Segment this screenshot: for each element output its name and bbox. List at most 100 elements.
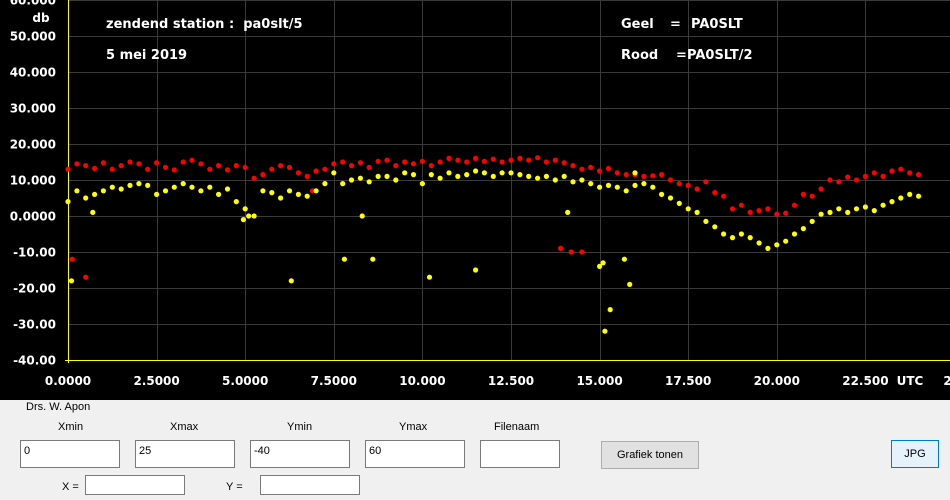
red-data-point [109,166,115,172]
red-data-point [765,206,771,212]
yellow-data-point [198,188,204,194]
red-data-point [180,159,186,165]
y-tick-label: 0.0000 [10,210,56,224]
yellow-data-point [224,186,231,192]
yellow-data-point [233,199,239,205]
red-data-point [348,163,355,169]
red-data-point [118,163,124,169]
red-data-point [83,274,89,280]
yellow-data-point [410,172,417,178]
ymin-input[interactable]: -40 [250,440,350,468]
yellow-data-point [304,193,310,199]
yellow-data-point [597,184,603,190]
legend-value-geel: PA0SLT [691,17,743,32]
x-tick-label: 2.5000 [133,374,179,388]
yellow-data-point [288,278,294,284]
yellow-data-point [269,190,275,196]
red-data-point [127,159,133,165]
red-data-point [623,172,629,178]
xmax-label: Xmax [170,421,199,433]
red-data-point [473,155,479,161]
yellow-data-point [694,209,700,215]
red-data-point [278,163,284,169]
chart-title: zendend station : pa0slt/5 [106,17,303,32]
x-coord-field[interactable] [85,475,185,495]
filename-input[interactable] [480,440,560,468]
yellow-data-point [898,195,904,201]
red-data-point [667,177,674,183]
yellow-data-point [127,182,133,188]
legend-eq-geel: = [670,17,681,32]
red-data-point [568,249,574,255]
yellow-data-point [499,170,505,176]
yellow-data-point [180,181,186,187]
y-coord-field[interactable] [260,475,360,495]
red-data-point [597,168,603,174]
red-data-point [898,166,904,172]
red-data-point [69,256,75,262]
yellow-data-point [765,245,771,251]
yellow-data-point [455,173,461,179]
xmin-label: Xmin [58,421,84,433]
red-data-point [880,173,886,179]
yellow-data-point [712,224,718,230]
x-tick-label: 0.0000 [45,374,91,388]
red-data-point [145,166,151,172]
xmin-input[interactable]: 0 [20,440,120,468]
yellow-data-point [426,274,433,280]
yellow-data-point [490,173,496,179]
yellow-data-point [889,199,895,205]
yellow-data-point [738,231,745,237]
yellow-data-point [446,170,452,176]
red-data-point [162,164,169,170]
red-data-point [92,165,98,172]
red-data-point [862,173,869,179]
x-tick-label: 17.500 [665,374,711,388]
red-data-point [74,161,80,167]
y-coord-label: Y = [226,481,243,493]
yellow-data-point [145,182,151,188]
yellow-data-point [83,195,89,201]
red-data-point [322,166,328,172]
red-data-point [871,170,877,176]
yellow-data-point [74,188,80,194]
yellow-data-point [370,256,376,262]
y-tick-label: 40.000 [10,66,56,80]
yellow-data-point [437,175,443,181]
yellow-data-point [579,177,585,183]
red-data-point [154,160,160,166]
yellow-data-point [535,175,541,181]
yellow-data-point [366,179,372,185]
red-data-point [889,168,895,174]
red-data-point [605,165,612,172]
yellow-data-point [543,173,550,179]
yellow-data-point [627,281,633,287]
yellow-data-point [756,240,762,246]
x-axis-unit-label: UTC [897,374,924,388]
red-data-point [83,163,89,169]
red-data-point [561,160,567,166]
yellow-data-point [517,172,523,178]
red-data-point [260,172,266,178]
show-chart-button[interactable]: Grafiek tonen [601,441,699,469]
ymax-input[interactable]: 60 [365,440,465,468]
x-tick-label: 5.0000 [222,374,268,388]
yellow-data-point [189,184,195,190]
yellow-data-point [473,168,479,174]
jpg-button[interactable]: JPG [891,440,939,468]
red-data-point [295,170,301,176]
red-data-point [517,155,523,161]
yellow-data-point [605,182,612,188]
red-data-point [800,191,807,197]
xmax-input[interactable]: 25 [135,440,235,468]
yellow-data-point [92,191,98,197]
red-data-point [251,175,257,181]
red-data-point [907,170,913,176]
red-data-point [703,179,709,185]
yellow-data-point [676,200,682,206]
yellow-data-point [240,217,246,223]
yellow-data-point [384,173,390,179]
yellow-data-point [836,206,842,212]
yellow-data-point [871,208,877,214]
yellow-data-point [621,256,628,262]
